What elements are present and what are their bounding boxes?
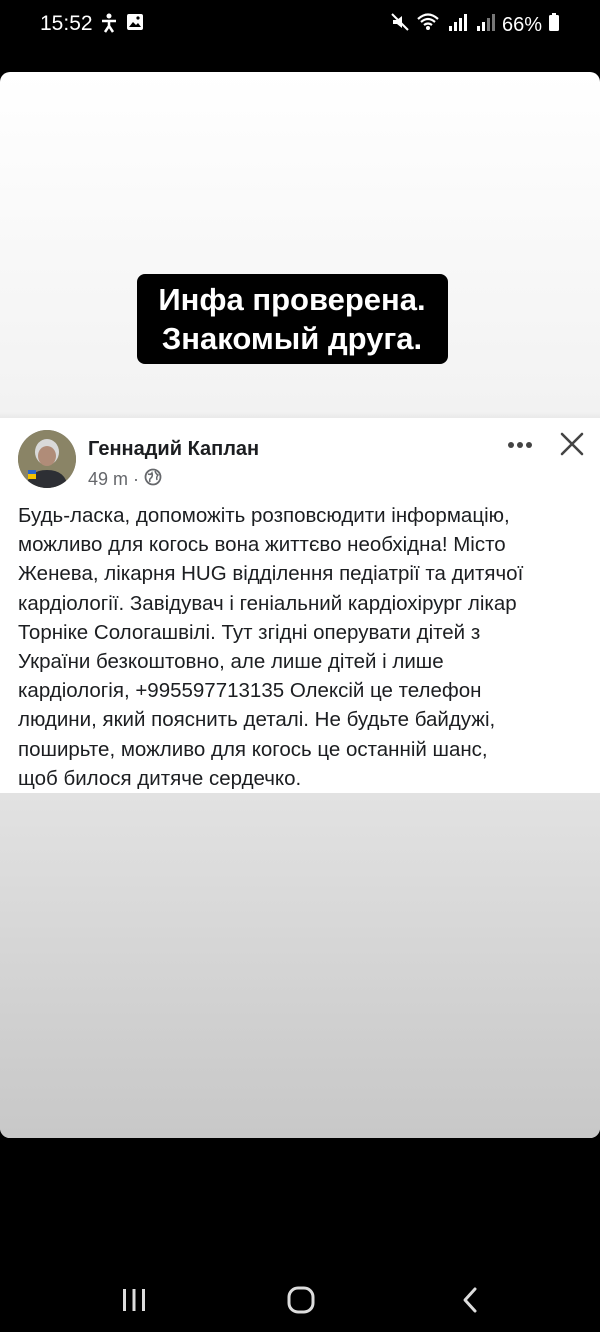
caption-line-2: Знакомый друга. xyxy=(161,321,423,356)
post-text: Будь-ласка, допоможіть розповсюдити інфо… xyxy=(18,504,524,790)
post-author[interactable]: Геннадий Каплан xyxy=(88,438,259,461)
home-icon[interactable] xyxy=(281,1284,321,1316)
caption-line-1: Инфа проверена. xyxy=(158,282,426,317)
avatar[interactable] xyxy=(18,430,76,488)
post-meta: 49 m · xyxy=(88,468,162,491)
close-button[interactable] xyxy=(554,428,590,464)
story-card: Инфа проверена. Знакомый друга. Геннадий… xyxy=(0,72,600,1138)
navigation-bar xyxy=(0,1270,600,1332)
back-icon[interactable] xyxy=(450,1284,490,1316)
post-time[interactable]: 49 m xyxy=(88,469,128,490)
battery-percent: 66% xyxy=(501,13,542,36)
signal-icon xyxy=(446,12,468,38)
battery-icon xyxy=(548,12,560,38)
accessibility-icon xyxy=(100,13,118,39)
signal-icon xyxy=(474,12,496,38)
meta-separator: · xyxy=(133,469,140,489)
more-options-button[interactable] xyxy=(500,430,540,460)
close-icon[interactable] xyxy=(560,432,584,461)
card-background-bottom xyxy=(0,793,600,1138)
mute-icon xyxy=(390,12,410,38)
shared-post: Геннадий Каплан 49 m · Будь-ласка, допом… xyxy=(0,418,600,793)
wifi-icon xyxy=(416,12,440,38)
story-caption: Инфа проверена. Знакомый друга. xyxy=(137,274,448,364)
status-bar: 15:52 66% xyxy=(0,0,600,52)
globe-icon xyxy=(144,468,162,491)
status-time: 15:52 xyxy=(40,12,93,35)
gallery-icon xyxy=(126,13,144,39)
recents-icon[interactable] xyxy=(114,1284,154,1316)
